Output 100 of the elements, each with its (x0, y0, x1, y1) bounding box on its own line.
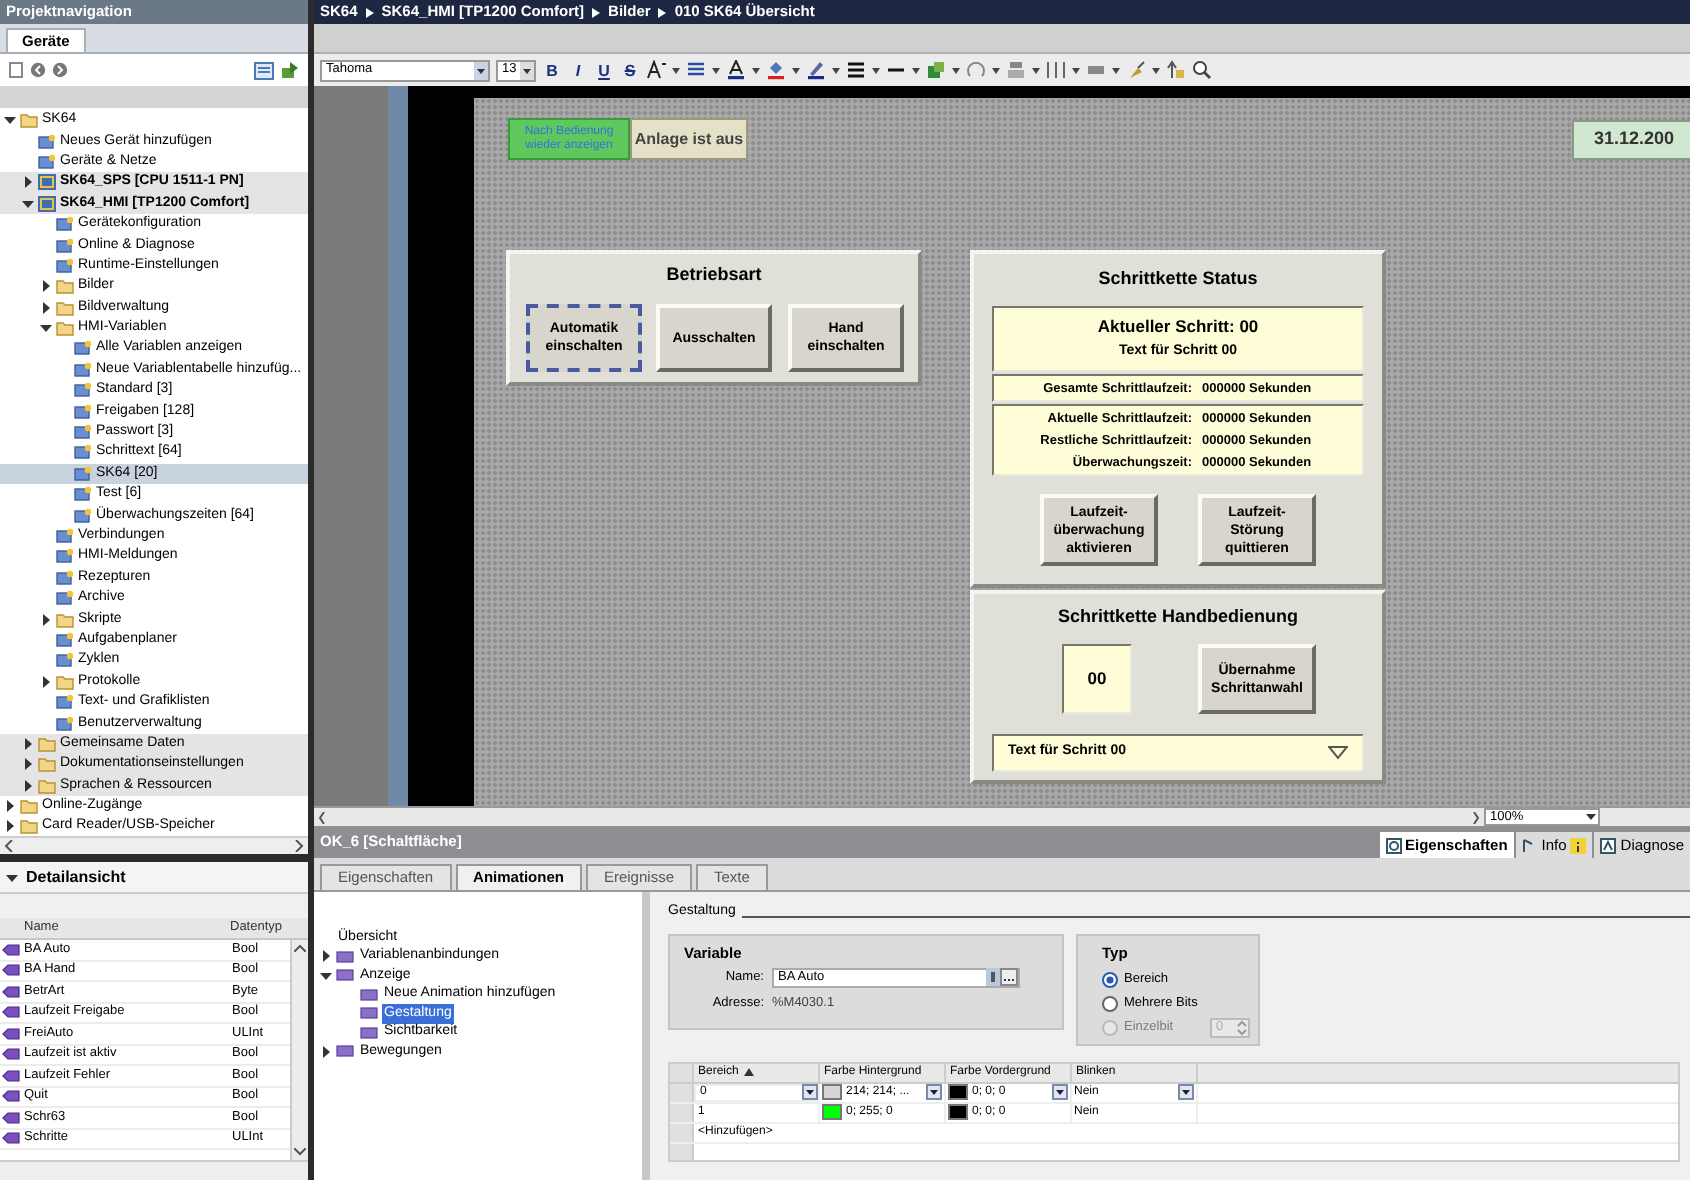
scrollbar[interactable] (290, 940, 308, 1160)
expand-arrow-icon[interactable] (320, 969, 332, 982)
radio-button[interactable] (1102, 995, 1118, 1012)
distribute-icon[interactable] (1046, 60, 1066, 80)
collapse-arrow-icon[interactable] (22, 758, 34, 771)
dropdown-arrow-icon[interactable] (1112, 64, 1120, 76)
format-button[interactable]: S (620, 59, 640, 81)
collapse-arrow-icon[interactable] (40, 301, 52, 314)
export-icon[interactable] (280, 61, 300, 79)
tab-icon (1600, 837, 1617, 853)
node-icon (74, 403, 92, 420)
collapse-arrow-icon[interactable] (320, 1045, 332, 1058)
scroll-right-icon[interactable] (1472, 811, 1480, 823)
folder-icon (20, 112, 38, 129)
scroll-down-icon[interactable] (294, 1148, 306, 1156)
dropdown-icon (520, 61, 534, 79)
scroll-left-icon[interactable] (318, 811, 326, 823)
expand-arrow-icon[interactable] (6, 871, 18, 883)
format-button[interactable]: B (542, 59, 562, 81)
date-display: 31.12.200 (1572, 120, 1690, 160)
node-icon (56, 569, 74, 586)
dropdown-arrow-icon[interactable] (1072, 64, 1080, 76)
dropdown-arrow-icon[interactable] (832, 64, 840, 76)
dropdown-arrow-icon[interactable] (752, 64, 760, 76)
node-icon (74, 361, 92, 378)
separator-arrow-icon (658, 7, 667, 17)
collapse-arrow-icon[interactable] (40, 675, 52, 688)
node-icon (74, 340, 92, 357)
layer-icon[interactable] (926, 60, 946, 80)
collapse-arrow-icon[interactable] (4, 820, 16, 833)
view-icon[interactable] (254, 61, 274, 79)
dropdown-arrow-icon[interactable] (952, 64, 960, 76)
scrollbar[interactable] (0, 836, 308, 854)
status-label: Anlage ist aus (630, 118, 748, 160)
node-icon (56, 237, 74, 254)
dropdown-arrow-icon[interactable] (712, 64, 720, 76)
info-icon (1570, 837, 1587, 853)
node-icon (74, 382, 92, 399)
dropdown-icon[interactable] (1052, 1084, 1068, 1100)
node-icon (74, 507, 92, 524)
collapse-arrow-icon[interactable] (22, 779, 34, 792)
expand-arrow-icon[interactable] (22, 197, 34, 210)
node-icon (360, 1025, 378, 1040)
node-icon (56, 694, 74, 711)
tag-picker-icon[interactable] (986, 968, 1000, 987)
collapse-arrow-icon[interactable] (320, 950, 332, 963)
node-icon (74, 486, 92, 503)
collapse-arrow-icon[interactable] (22, 737, 34, 750)
dropdown-icon[interactable] (802, 1084, 818, 1100)
new-page-icon[interactable] (8, 62, 24, 78)
zoom-icon[interactable] (1192, 60, 1212, 80)
node-icon (56, 257, 74, 274)
scroll-up-icon[interactable] (294, 944, 306, 952)
superscript-icon[interactable] (646, 60, 666, 80)
dropdown-icon[interactable] (1178, 1084, 1194, 1100)
scrollbar[interactable] (314, 808, 1484, 826)
separator-arrow-icon (365, 7, 374, 17)
line-width-icon[interactable] (846, 60, 866, 80)
node-icon (336, 1044, 354, 1059)
expand-arrow-icon[interactable] (4, 114, 16, 127)
arrange-icon[interactable] (1166, 60, 1186, 80)
format-button[interactable]: I (568, 59, 588, 81)
more-icon[interactable] (1000, 968, 1018, 987)
pen-color-icon[interactable] (806, 60, 826, 80)
dropdown-arrow-icon (1328, 746, 1348, 760)
step-input-field[interactable]: 00 (1062, 644, 1132, 714)
node-icon (38, 153, 56, 170)
dropdown-arrow-icon[interactable] (872, 64, 880, 76)
scroll-left-icon[interactable] (4, 840, 14, 852)
spinner-arrows-icon (1236, 1019, 1248, 1036)
expand-arrow-icon[interactable] (40, 322, 52, 335)
dropdown-arrow-icon[interactable] (672, 64, 680, 76)
node-icon (38, 133, 56, 150)
radio-button[interactable] (1102, 971, 1118, 988)
dropdown-arrow-icon[interactable] (912, 64, 920, 76)
forward-icon[interactable] (52, 62, 68, 78)
dropdown-arrow-icon[interactable] (992, 64, 1000, 76)
dropdown-icon[interactable] (926, 1084, 942, 1100)
node-icon (56, 715, 74, 732)
fill-color-icon[interactable] (766, 60, 786, 80)
scroll-right-icon[interactable] (294, 840, 304, 852)
collapse-arrow-icon[interactable] (22, 176, 34, 189)
align-icon[interactable] (686, 60, 706, 80)
node-icon (336, 949, 354, 964)
format-button[interactable]: U (594, 59, 614, 81)
collapse-arrow-icon[interactable] (40, 613, 52, 626)
scrollbar[interactable] (0, 1160, 308, 1180)
dropdown-arrow-icon[interactable] (792, 64, 800, 76)
dropdown-arrow-icon[interactable] (1152, 64, 1160, 76)
collapse-arrow-icon[interactable] (4, 800, 16, 813)
dropdown-arrow-icon[interactable] (1032, 64, 1040, 76)
dropdown-icon (474, 61, 488, 79)
tab-icon (1521, 837, 1538, 853)
sort-arrow-icon (744, 1068, 755, 1076)
text-color-icon[interactable] (726, 60, 746, 80)
back-icon[interactable] (30, 62, 46, 78)
collapse-arrow-icon[interactable] (40, 280, 52, 293)
panel-title: Detailansicht (26, 865, 126, 889)
brush-icon[interactable] (1126, 60, 1146, 80)
panel-title: Betriebsart (664, 262, 764, 288)
